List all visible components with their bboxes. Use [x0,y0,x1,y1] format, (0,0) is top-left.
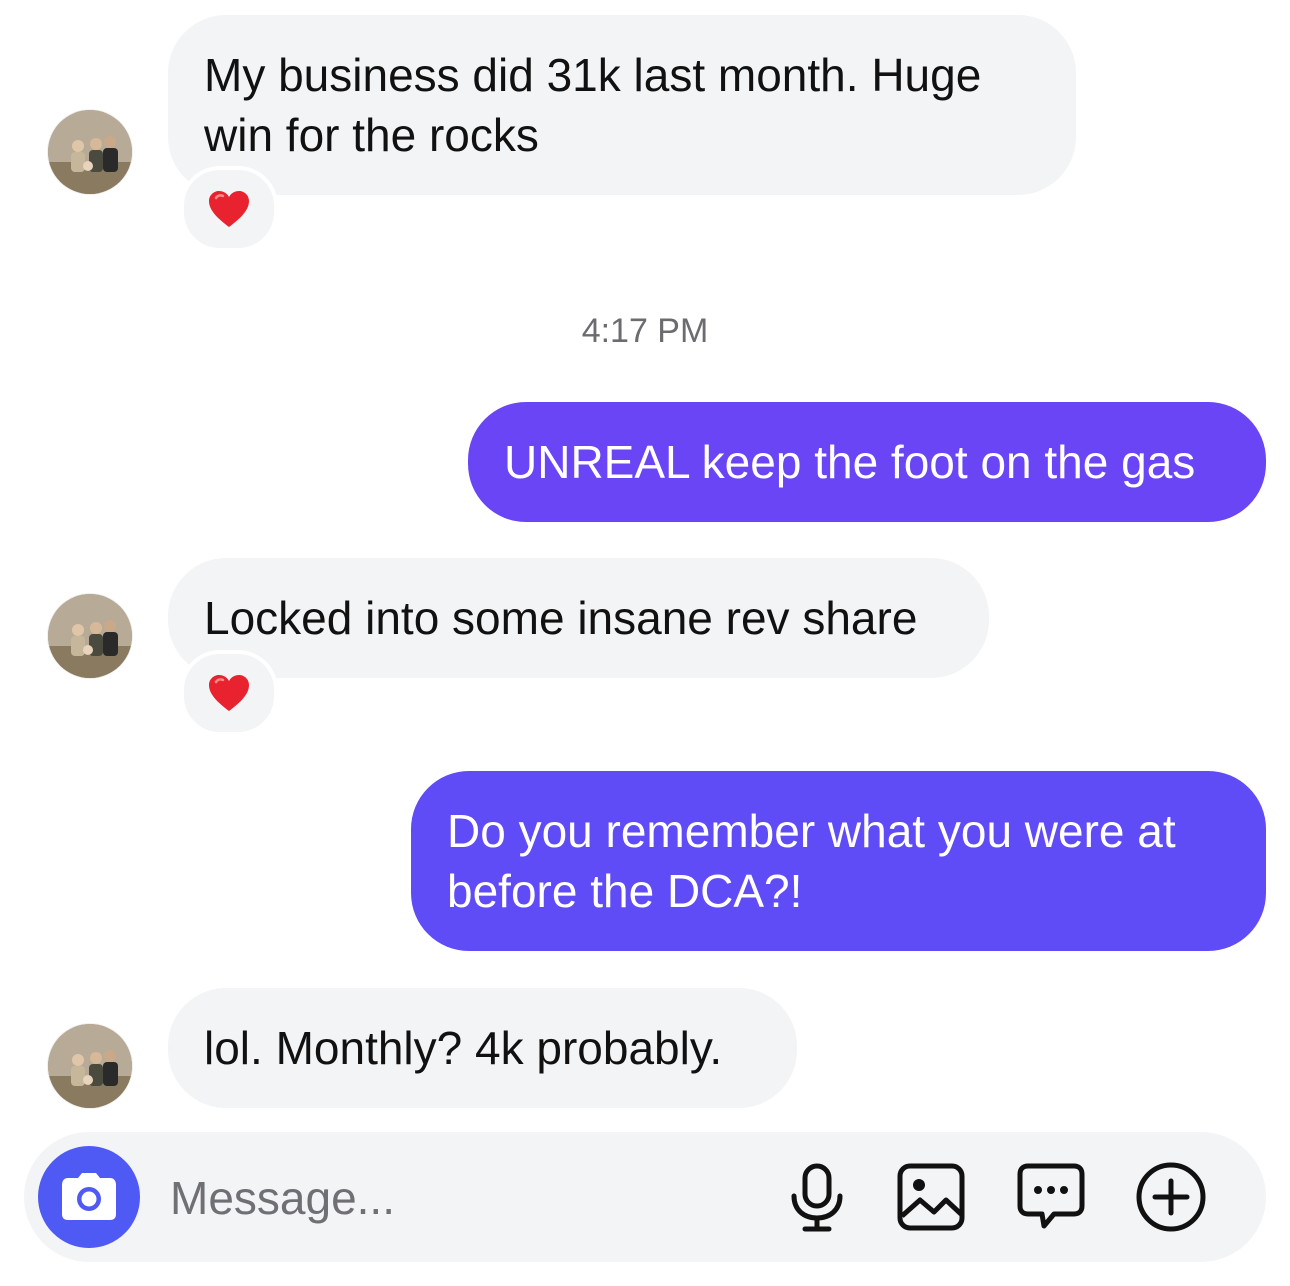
message-input[interactable] [170,1168,730,1228]
incoming-message-bubble[interactable]: lol. Monthly? 4k probably. [168,988,797,1108]
message-text-line: win for the rocks [204,109,539,161]
sender-avatar[interactable] [48,110,132,194]
message-text: UNREAL keep the foot on the gas [504,436,1196,488]
message-text-line: Do you remember what you were at [447,805,1176,857]
heart-icon [209,191,249,227]
outgoing-message-bubble[interactable]: Do you remember what you were at before … [411,771,1266,951]
gallery-button[interactable] [894,1160,968,1234]
sender-avatar[interactable] [48,1024,132,1108]
message-text: lol. Monthly? 4k probably. [204,1022,723,1074]
message-text: Locked into some insane rev share [204,592,918,644]
sticker-chat-icon [1017,1163,1085,1229]
outgoing-message-bubble[interactable]: UNREAL keep the foot on the gas [468,402,1266,522]
plus-circle-icon [1136,1162,1206,1232]
gallery-icon [897,1163,965,1231]
avatar-photo [48,594,132,678]
heart-reaction[interactable] [180,166,278,252]
microphone-icon [791,1163,843,1232]
sticker-button[interactable] [1014,1160,1088,1234]
avatar-photo [48,1024,132,1108]
incoming-message-bubble[interactable]: My business did 31k last month. Huge win… [168,15,1076,195]
camera-icon [62,1173,116,1220]
heart-icon [209,675,249,711]
message-text-line: before the DCA?! [447,865,803,917]
avatar-photo [48,110,132,194]
camera-button[interactable] [38,1146,140,1248]
heart-reaction[interactable] [180,650,278,736]
incoming-message-bubble[interactable]: Locked into some insane rev share [168,558,989,678]
add-button[interactable] [1134,1160,1208,1234]
message-composer [24,1132,1266,1262]
message-timestamp: 4:17 PM [581,312,709,350]
message-text-line: My business did 31k last month. Huge [204,49,982,101]
microphone-button[interactable] [780,1160,854,1234]
sender-avatar[interactable] [48,594,132,678]
